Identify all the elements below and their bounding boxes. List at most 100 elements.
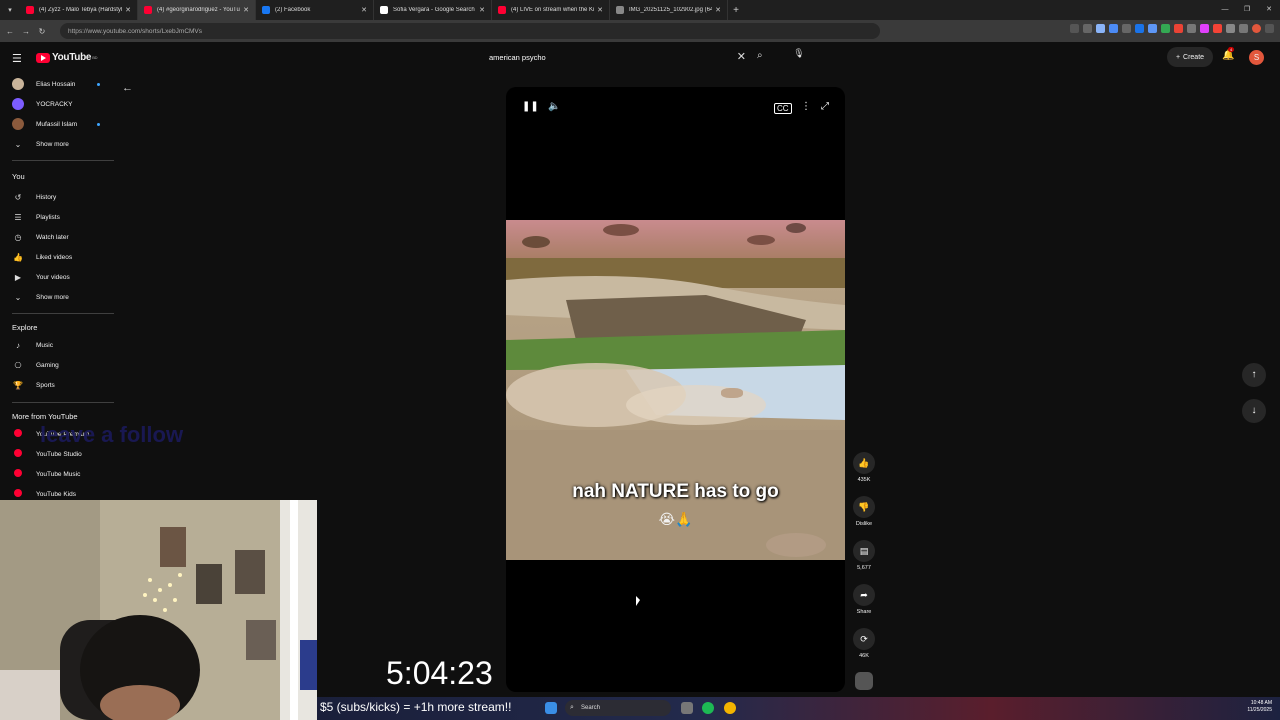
sidebar-item-liked-videos[interactable]: 👍 Liked videos: [0, 247, 118, 267]
sidebar-item-subscription[interactable]: YOCRACKY: [0, 94, 118, 114]
stream-ticker: $5 (subs/kicks) = +1h more stream!!: [320, 700, 512, 714]
search-icon[interactable]: ⌕: [757, 50, 763, 61]
extension-icon[interactable]: [1200, 24, 1209, 33]
taskbar-search[interactable]: ⌕ Search: [565, 700, 671, 716]
shorts-player[interactable]: ❚❚ 🔈 CC ⋮ ⤢ nah NATURE has to go 😭🙏: [506, 87, 845, 692]
task-view-icon[interactable]: [681, 702, 693, 714]
browser-tab[interactable]: (4) #georginarodriguez - YouTube ✕: [138, 0, 256, 20]
next-short-button[interactable]: ↓: [1242, 399, 1266, 423]
captions-icon[interactable]: CC: [774, 103, 792, 114]
extension-icon[interactable]: [1135, 24, 1144, 33]
browser-tab[interactable]: (4) Zyzz - Malo Tebya (Hardstyle) ✕: [20, 0, 138, 20]
close-tab-icon[interactable]: ✕: [243, 6, 249, 14]
browser-tab[interactable]: IMG_20251125_102902.jpg (648× ✕: [610, 0, 728, 20]
extension-icon[interactable]: [1187, 24, 1196, 33]
spotify-icon[interactable]: [702, 702, 714, 714]
sidebar-item-watch-later[interactable]: ◷ Watch later: [0, 227, 118, 247]
youtube-logo[interactable]: YouTube BD: [36, 52, 97, 63]
sidebar-item-sports[interactable]: 🏆 Sports: [0, 375, 118, 395]
close-tab-icon[interactable]: ✕: [597, 6, 603, 14]
sidebar-item-history[interactable]: ↺ History: [0, 187, 118, 207]
browser-tab[interactable]: (4) LIVE on stream when the Kick ✕: [492, 0, 610, 20]
you-heading[interactable]: You: [12, 172, 25, 181]
fullscreen-icon[interactable]: ⤢: [821, 101, 829, 112]
comment-count: 5,677: [857, 565, 871, 571]
pause-icon[interactable]: ❚❚: [522, 101, 539, 112]
extension-icon[interactable]: [1122, 24, 1131, 33]
more-options-icon[interactable]: ⋮: [801, 101, 811, 112]
search-input[interactable]: american psycho ✕: [482, 47, 752, 67]
tab-favicon-icon: [144, 6, 152, 14]
search-icon: ⌕: [570, 704, 574, 711]
share-label: Share: [856, 609, 872, 615]
sidebar-item-subscription[interactable]: Mufassil Islam: [0, 114, 118, 134]
volume-icon[interactable]: 🔈: [548, 101, 560, 112]
search-query: american psycho: [489, 52, 546, 62]
sidebar-item-youtube-music[interactable]: YouTube Music: [0, 464, 118, 484]
extension-icon[interactable]: [1148, 24, 1157, 33]
close-tab-icon[interactable]: ✕: [125, 6, 131, 14]
extension-icon[interactable]: [1174, 24, 1183, 33]
show-more-you[interactable]: ⌄ Show more: [0, 287, 118, 307]
tab-favicon-icon: [262, 6, 270, 14]
profile-icon[interactable]: [1252, 24, 1261, 33]
sidebar-item-playlists[interactable]: ☰ Playlists: [0, 207, 118, 227]
close-tab-icon[interactable]: ✕: [479, 6, 485, 14]
bookmark-star-icon[interactable]: [1083, 24, 1092, 33]
new-tab-button[interactable]: +: [728, 5, 744, 16]
clear-search-icon[interactable]: ✕: [737, 50, 746, 63]
sound-avatar-icon: [855, 672, 873, 690]
restore-icon[interactable]: ❐: [1236, 0, 1258, 20]
create-button[interactable]: + Create: [1167, 47, 1213, 67]
extension-icon[interactable]: [1161, 24, 1170, 33]
sidebar-item-label: YOCRACKY: [36, 100, 73, 108]
live-indicator: [97, 123, 100, 126]
share-button[interactable]: ➦ Share: [848, 584, 880, 615]
sidebar-item-gaming[interactable]: ⎔ Gaming: [0, 355, 118, 375]
browser-tab[interactable]: Sofia Vergara - Google Search ✕: [374, 0, 492, 20]
url-field[interactable]: https://www.youtube.com/shorts/LxebJmCMV…: [60, 23, 880, 39]
comments-button[interactable]: ▤ 5,677: [848, 540, 880, 571]
remix-count: 46K: [859, 653, 869, 659]
hamburger-menu-icon[interactable]: ☰: [12, 52, 22, 65]
sidebar-item-your-videos[interactable]: ▶ Your videos: [0, 267, 118, 287]
back-icon[interactable]: ←: [4, 27, 16, 36]
channel-avatar-button[interactable]: [848, 672, 880, 690]
close-tab-icon[interactable]: ✕: [715, 6, 721, 14]
stream-overlay-text: leave a follow: [40, 422, 184, 447]
close-tab-icon[interactable]: ✕: [361, 6, 367, 14]
sidebar-item-label: Liked videos: [36, 253, 73, 261]
previous-short-button[interactable]: ↑: [1242, 363, 1266, 387]
sidebar-item-music[interactable]: ♪ Music: [0, 335, 118, 355]
sidebar-item-subscription[interactable]: Elias Hossain: [0, 74, 118, 94]
windows-start-icon[interactable]: [545, 702, 557, 714]
chrome-icon[interactable]: [724, 702, 736, 714]
forward-icon[interactable]: →: [20, 27, 32, 36]
account-avatar[interactable]: S: [1249, 50, 1264, 65]
dislike-button[interactable]: 👎 Dislike: [848, 496, 880, 527]
sidebar-item-label: YouTube Music: [36, 470, 81, 478]
notification-count: 4: [1228, 47, 1235, 52]
reload-icon[interactable]: ↻: [36, 27, 48, 36]
close-window-icon[interactable]: ✕: [1258, 0, 1280, 20]
extension-icon[interactable]: [1096, 24, 1105, 33]
music-icon: ♪: [16, 340, 20, 350]
minimize-icon[interactable]: —: [1214, 0, 1236, 20]
extension-icon[interactable]: [1213, 24, 1222, 33]
sidebar-item-label: History: [36, 193, 57, 201]
remix-button[interactable]: ⟳ 46K: [848, 628, 880, 659]
sidebar-icon[interactable]: [1239, 24, 1248, 33]
gaming-icon: ⎔: [14, 360, 22, 370]
microphone-icon[interactable]: 🎙: [792, 48, 806, 62]
kebab-menu-icon[interactable]: [1265, 24, 1274, 33]
extensions-puzzle-icon[interactable]: [1226, 24, 1235, 33]
notifications-bell-icon[interactable]: 🔔 4: [1222, 47, 1235, 61]
show-more-subscriptions[interactable]: ⌄ Show more: [0, 134, 118, 154]
like-button[interactable]: 👍 435K: [848, 452, 880, 483]
cast-icon[interactable]: [1070, 24, 1079, 33]
extension-icon[interactable]: [1109, 24, 1118, 33]
dislike-label: Dislike: [855, 521, 873, 527]
tab-list-icon[interactable]: ▾: [4, 6, 16, 14]
browser-tab[interactable]: (2) Facebook ✕: [256, 0, 374, 20]
back-arrow-icon[interactable]: ←: [122, 82, 133, 94]
